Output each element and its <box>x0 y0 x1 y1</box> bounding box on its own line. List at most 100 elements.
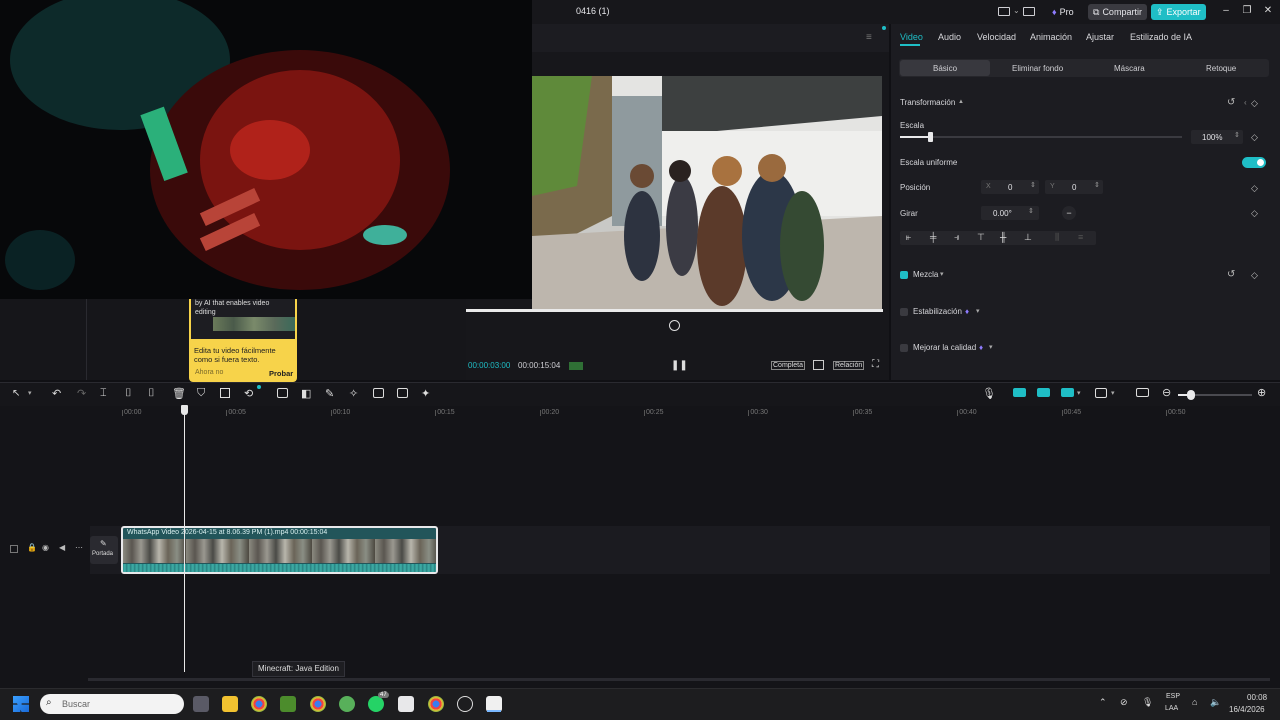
split-right-icon[interactable]: ⌷ <box>148 387 155 400</box>
clock-date[interactable]: 16/4/2026 <box>1229 705 1265 714</box>
whatsapp-icon[interactable] <box>368 696 384 712</box>
align-right-icon[interactable]: ⫣ <box>954 232 959 243</box>
stepper-icon[interactable]: ⇕ <box>1094 181 1100 189</box>
position-x-field[interactable]: X 0 ⇕ <box>981 180 1039 194</box>
mirror-icon[interactable]: ◧ <box>301 387 311 400</box>
microphone-icon[interactable]: 🎙 <box>982 387 996 400</box>
tab-adjust[interactable]: Ajustar <box>1086 32 1114 42</box>
sparkle-icon[interactable]: ✦ <box>421 387 430 400</box>
split-icon[interactable]: ⌶ <box>100 387 107 400</box>
enhance-checkbox[interactable] <box>900 344 908 352</box>
rotate-keyframe-icon[interactable]: ◇ <box>1251 208 1258 219</box>
align-bottom-icon[interactable]: ⊥ <box>1024 232 1032 243</box>
more-icon[interactable]: ⋯ <box>75 543 83 552</box>
chevron-down-icon[interactable]: ▾ <box>1077 389 1081 397</box>
distribute-v-icon[interactable]: ≡ <box>1078 232 1083 242</box>
align-middle-icon[interactable]: ╫ <box>1000 232 1006 242</box>
blend-keyframe-icon[interactable]: ◇ <box>1251 270 1258 281</box>
speaker-icon[interactable]: 🔈 <box>1210 697 1221 708</box>
shortcuts-icon[interactable] <box>1023 7 1035 16</box>
transform-label[interactable]: Transformación <box>900 98 955 107</box>
align-top-icon[interactable]: ⊤ <box>977 232 985 243</box>
split-left-icon[interactable]: ⌷ <box>125 387 132 400</box>
promo-try-button[interactable]: Probar <box>269 369 293 378</box>
network-icon[interactable]: ⊘ <box>1120 697 1128 708</box>
stepper-icon[interactable]: ⇕ <box>1234 131 1240 139</box>
chevron-down-icon[interactable]: ▾ <box>940 270 944 278</box>
chevron-down-icon[interactable]: ▾ <box>28 389 32 397</box>
mic-tray-icon[interactable]: 🎙 <box>1142 697 1153 708</box>
undo-icon[interactable]: ↶ <box>52 387 61 400</box>
scale-value-field[interactable]: 100% ⇕ <box>1191 130 1243 144</box>
chrome-profile-icon[interactable] <box>310 696 326 712</box>
stepper-icon[interactable]: ⇕ <box>1030 181 1036 189</box>
zoom-out-icon[interactable]: ⊖ <box>1162 386 1171 399</box>
subtab-retouch[interactable]: Retoque <box>1206 64 1236 73</box>
file-explorer-icon[interactable] <box>222 696 238 712</box>
enhance-icon[interactable]: ✎ <box>325 387 334 400</box>
uniform-scale-toggle[interactable] <box>1242 157 1266 168</box>
chevron-down-icon[interactable]: ▾ <box>989 343 993 351</box>
video-preview[interactable] <box>532 76 882 310</box>
stabilize-label[interactable]: Estabilización <box>913 307 962 316</box>
minimize-icon[interactable]: – <box>1220 5 1232 17</box>
subtab-remove-bg[interactable]: Eliminar fondo <box>1012 64 1063 73</box>
lang-bottom[interactable]: LAA <box>1165 705 1178 712</box>
chrome-icon[interactable] <box>251 696 267 712</box>
menu-icon[interactable]: ≡ <box>866 32 872 43</box>
tab-speed[interactable]: Velocidad <box>977 32 1016 42</box>
full-quality-button[interactable]: Completa <box>771 361 805 370</box>
clock-time[interactable]: 00:08 <box>1247 693 1267 702</box>
scale-slider-track[interactable] <box>900 136 1182 138</box>
align-center-icon[interactable]: ╪ <box>930 232 936 242</box>
freeze-icon[interactable] <box>373 388 384 398</box>
tab-ai-style[interactable]: Estilizado de IA <box>1130 32 1192 42</box>
zoom-slider-handle[interactable] <box>1187 390 1195 400</box>
link-icon[interactable] <box>1037 388 1050 397</box>
fullscreen-icon[interactable]: ⛶ <box>872 359 879 370</box>
magnet-snap-icon[interactable] <box>1013 388 1026 397</box>
promo-dismiss[interactable]: Ahora no <box>195 369 223 376</box>
export-button[interactable]: ⇪ Exportar <box>1151 4 1206 20</box>
subtab-basic[interactable]: Básico <box>933 64 957 73</box>
audio-icon[interactable]: ◀ <box>59 543 65 552</box>
share-button[interactable]: ⧉ Compartir <box>1088 4 1147 20</box>
scale-slider-handle[interactable] <box>928 132 934 142</box>
select-cursor-icon[interactable]: ↖ <box>12 388 20 399</box>
taskbar-search[interactable]: ⌕ Buscar <box>40 694 184 714</box>
stabilize-checkbox[interactable] <box>900 308 908 316</box>
speed-curve-icon[interactable]: ⟲ <box>244 387 253 400</box>
chrome-second-icon[interactable] <box>428 696 444 712</box>
playhead-line[interactable] <box>184 410 185 672</box>
position-y-field[interactable]: Y 0 ⇕ <box>1045 180 1103 194</box>
distribute-h-icon[interactable]: ⫼ <box>1055 232 1059 243</box>
eye-icon[interactable]: ◉ <box>42 543 49 552</box>
maximize-icon[interactable]: ❐ <box>1241 5 1253 17</box>
delete-icon[interactable]: 🗑 <box>172 387 186 400</box>
marker-icon[interactable]: ⛉ <box>197 387 205 400</box>
pro-badge[interactable]: ♦ Pro <box>1052 4 1074 20</box>
tab-audio[interactable]: Audio <box>938 32 961 42</box>
waveform-icon[interactable] <box>569 362 583 370</box>
volume-icon[interactable] <box>669 320 680 331</box>
lock-icon[interactable]: 🔒 <box>27 543 37 552</box>
blend-checkbox[interactable] <box>900 271 908 279</box>
video-clip[interactable]: WhatsApp Video 2026-04-15 at 8.06.39 PM … <box>121 526 438 574</box>
prev-keyframe-icon[interactable]: ‹ <box>1244 98 1247 107</box>
task-view-icon[interactable] <box>193 696 209 712</box>
layout-icon[interactable] <box>998 7 1010 16</box>
rotate-dial-icon[interactable]: − <box>1062 206 1076 220</box>
crop-icon[interactable] <box>220 388 230 398</box>
minecraft-icon[interactable] <box>280 696 296 712</box>
fit-icon[interactable] <box>1136 388 1149 397</box>
keyframe-icon[interactable]: ◇ <box>1251 98 1258 109</box>
blend-reset-icon[interactable]: ↺ <box>1227 269 1235 280</box>
media-icon[interactable] <box>277 388 288 398</box>
snapshot-icon[interactable] <box>813 360 824 370</box>
tab-animation[interactable]: Animación <box>1030 32 1072 42</box>
position-keyframe-icon[interactable]: ◇ <box>1251 183 1258 194</box>
chevron-down-icon[interactable]: ▾ <box>976 307 980 315</box>
redo-icon[interactable]: ↷ <box>77 387 86 400</box>
track-select-icon[interactable] <box>10 545 18 553</box>
stepper-icon[interactable]: ⇕ <box>1028 207 1034 215</box>
